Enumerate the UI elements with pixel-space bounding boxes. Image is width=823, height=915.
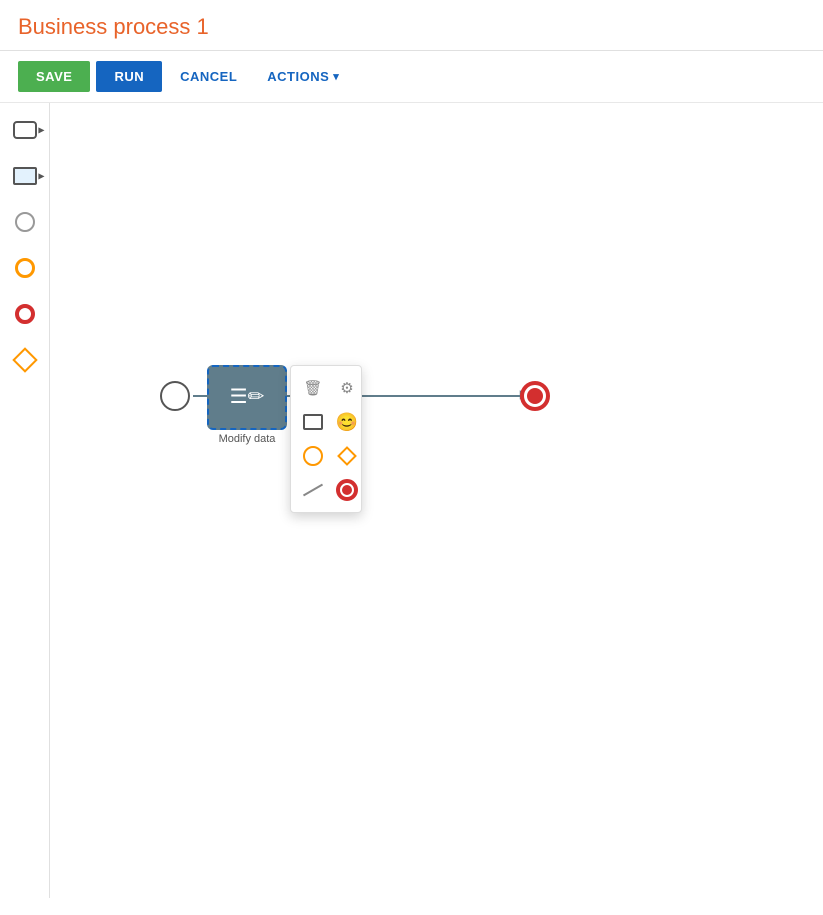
context-menu-gateway[interactable] bbox=[333, 442, 361, 470]
gateway-cm-icon bbox=[337, 446, 357, 466]
task-node-label: Modify data bbox=[202, 433, 292, 445]
cancel-button[interactable]: CANCEL bbox=[168, 61, 249, 92]
context-menu: 🗑 ⚙ 😊 bbox=[290, 365, 362, 513]
page-title: Business process 1 bbox=[0, 0, 823, 51]
canvas-area: ☰✏ Modify data 🗑 ⚙ 😊 bbox=[0, 103, 823, 898]
context-menu-connection[interactable] bbox=[299, 476, 327, 504]
context-menu-intermediate-event[interactable]: 😊 bbox=[333, 408, 361, 436]
task-node-modify-data[interactable]: ☰✏ bbox=[207, 365, 287, 430]
gateway-icon bbox=[12, 347, 37, 372]
sidebar-item-gateway[interactable] bbox=[8, 343, 42, 377]
sidebar-item-task[interactable] bbox=[8, 113, 42, 147]
sidebar-item-end-event[interactable] bbox=[8, 297, 42, 331]
sidebar-item-intermediate-event[interactable] bbox=[8, 251, 42, 285]
end-event-cm-icon bbox=[336, 479, 358, 501]
save-button[interactable]: SAVE bbox=[18, 61, 90, 92]
context-menu-end-event[interactable] bbox=[333, 476, 361, 504]
end-event-cm-inner bbox=[342, 485, 352, 495]
sidebar-item-start-event[interactable] bbox=[8, 205, 42, 239]
subprocess-icon bbox=[13, 167, 37, 185]
end-event-icon bbox=[15, 304, 35, 324]
context-menu-start-event[interactable] bbox=[299, 442, 327, 470]
run-button[interactable]: RUN bbox=[96, 61, 162, 92]
task-node-icon: ☰✏ bbox=[230, 384, 265, 409]
task-shape-icon bbox=[303, 414, 323, 430]
diagram-canvas[interactable]: ☰✏ Modify data 🗑 ⚙ 😊 bbox=[50, 103, 823, 898]
end-event-inner bbox=[527, 388, 543, 404]
start-event-icon bbox=[15, 212, 35, 232]
toolbar: SAVE RUN CANCEL ACTIONS bbox=[0, 51, 823, 103]
connection-cm-icon bbox=[303, 484, 323, 497]
intermediate-event-icon bbox=[15, 258, 35, 278]
actions-button[interactable]: ACTIONS bbox=[255, 61, 351, 92]
task-icon bbox=[13, 121, 37, 139]
start-event-cm-icon bbox=[303, 446, 323, 466]
context-menu-task[interactable] bbox=[299, 408, 327, 436]
end-event-node[interactable] bbox=[520, 381, 550, 411]
context-menu-delete[interactable]: 🗑 bbox=[299, 374, 327, 402]
sidebar-item-subprocess[interactable] bbox=[8, 159, 42, 193]
start-event-node[interactable] bbox=[160, 381, 190, 411]
context-menu-settings[interactable]: ⚙ bbox=[333, 374, 361, 402]
sidebar bbox=[0, 103, 50, 898]
